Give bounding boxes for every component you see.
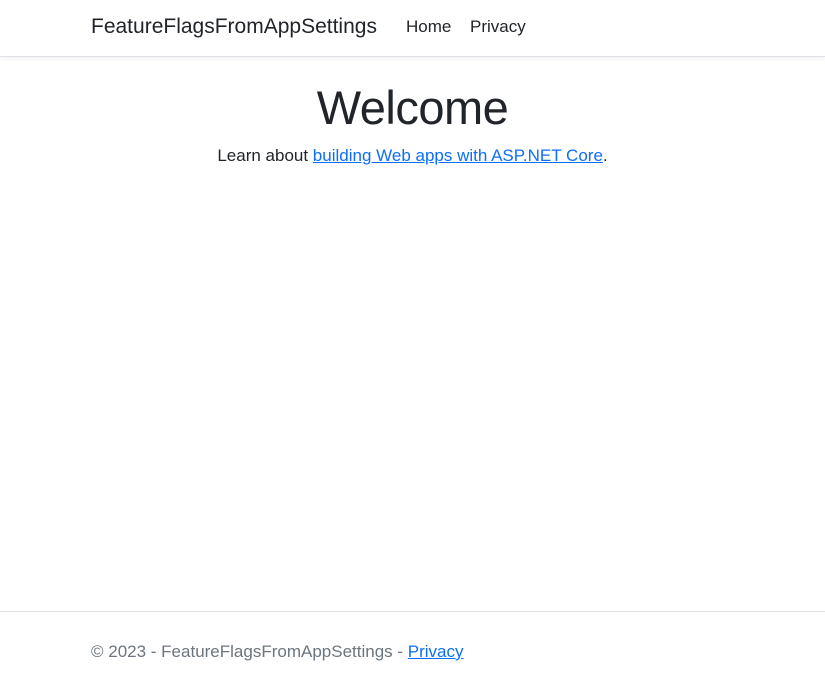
learn-prefix-text: Learn about [217,146,313,165]
page-footer: © 2023 - FeatureFlagsFromAppSettings - P… [0,611,825,676]
nav-privacy-link[interactable]: Privacy [470,16,526,38]
learn-paragraph: Learn about building Web apps with ASP.N… [0,145,825,167]
aspnet-docs-link[interactable]: building Web apps with ASP.NET Core [313,146,603,165]
learn-suffix-text: . [602,146,608,165]
top-navbar: FeatureFlagsFromAppSettings Home Privacy [0,0,825,57]
main-content: Welcome Learn about building Web apps wi… [0,57,825,611]
footer-privacy-link[interactable]: Privacy [408,642,464,661]
brand-link[interactable]: FeatureFlagsFromAppSettings [91,13,377,40]
footer-text: © 2023 - FeatureFlagsFromAppSettings - P… [91,641,464,663]
copyright-text: © 2023 - FeatureFlagsFromAppSettings - [91,642,408,661]
page-title: Welcome [316,81,509,134]
nav-home-link[interactable]: Home [406,16,451,38]
